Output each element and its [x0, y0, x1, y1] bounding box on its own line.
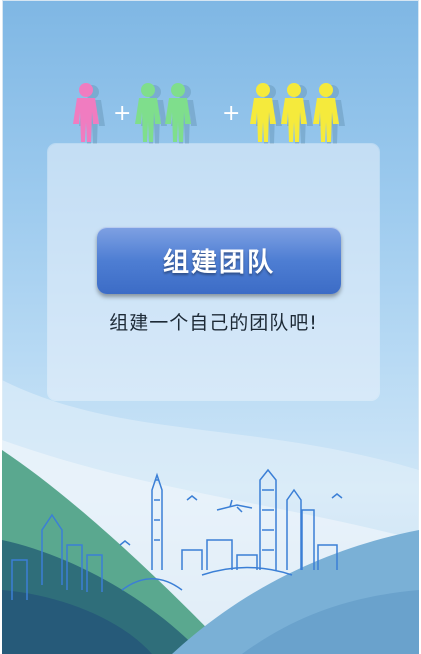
team-figures-illustration: + + — [73, 83, 345, 144]
team-build-screen: + + 组建团队 组建一个自己的团队吧! — [2, 0, 419, 654]
city-skyline-illustration — [2, 380, 419, 654]
create-team-prompt: 组建一个自己的团队吧! — [109, 312, 318, 334]
create-team-button[interactable]: 组建团队 — [97, 227, 341, 294]
plus-sign-icon: + — [113, 101, 131, 126]
yellow-figures-icon — [250, 83, 339, 142]
plus-sign-icon-2: + — [222, 101, 240, 126]
